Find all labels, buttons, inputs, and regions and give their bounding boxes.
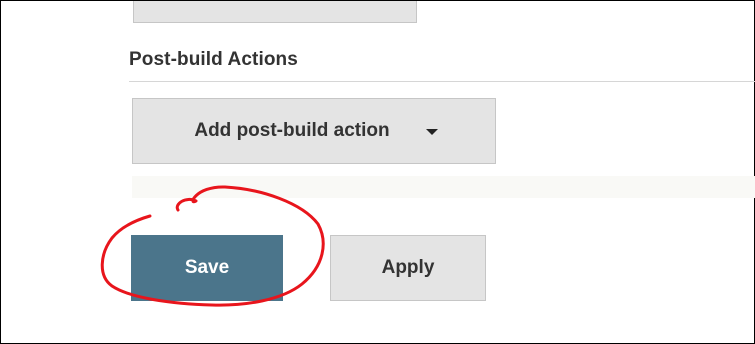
page-frame: Post-build Actions Add post-build action… xyxy=(0,0,755,344)
add-post-build-action-label: Add post-build action xyxy=(194,120,390,141)
form-footer-band xyxy=(132,176,755,198)
add-post-build-action-button[interactable]: Add post-build action xyxy=(132,98,496,164)
save-button[interactable]: Save xyxy=(131,235,283,301)
caret-down-icon xyxy=(425,129,438,135)
partial-button-above[interactable] xyxy=(133,1,417,23)
save-button-label: Save xyxy=(184,257,230,278)
apply-button-label: Apply xyxy=(381,257,435,278)
section-divider xyxy=(129,81,755,82)
section-title: Post-build Actions xyxy=(129,49,298,70)
apply-button[interactable]: Apply xyxy=(330,235,486,301)
